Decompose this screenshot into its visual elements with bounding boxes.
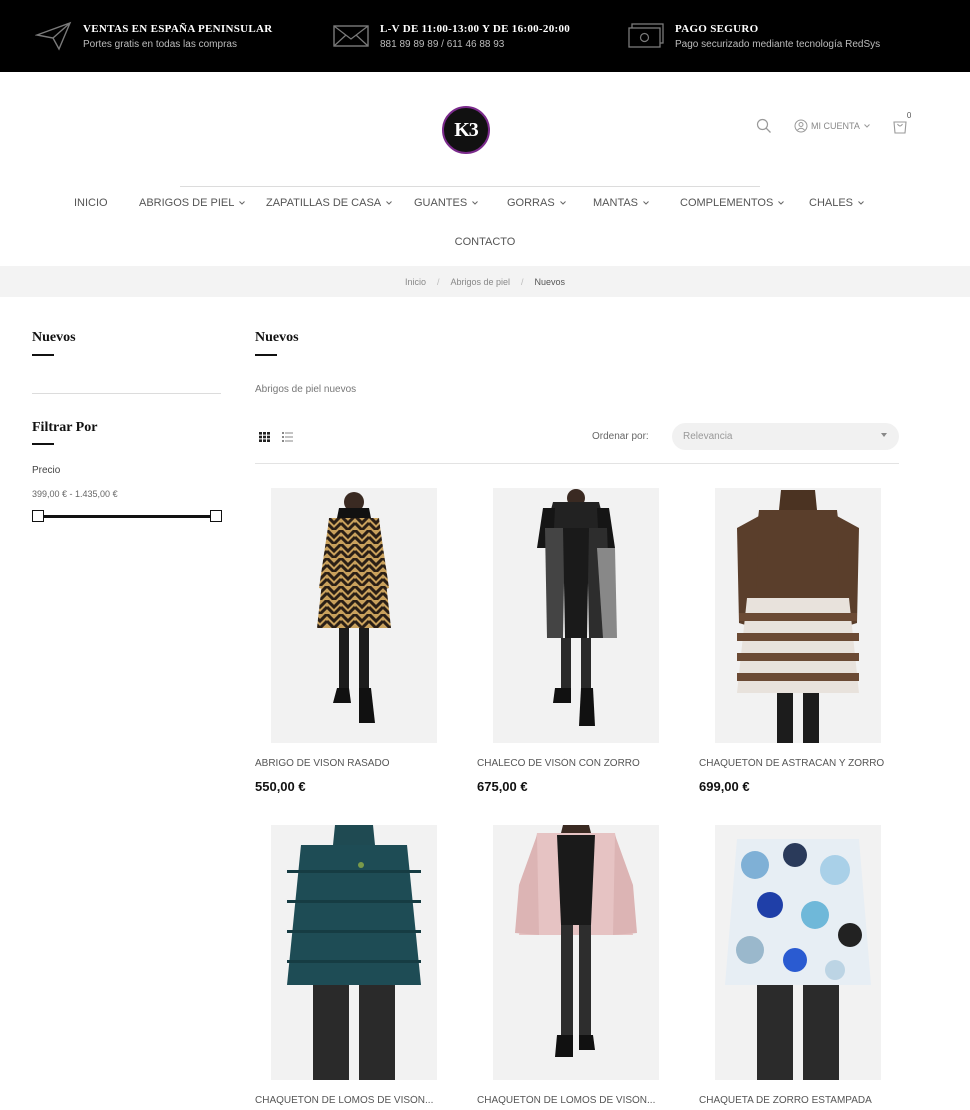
- banknote-icon: [628, 23, 664, 48]
- main-nav: INICIO ABRIGOS DE PIEL ZAPATILLAS DE CAS…: [0, 197, 970, 219]
- shipping-info: VENTAS EN ESPAÑA PENINSULAR Portes grati…: [35, 0, 273, 72]
- paper-plane-icon: [35, 21, 72, 51]
- user-icon: [794, 119, 808, 133]
- sort-select[interactable]: Relevancia: [672, 423, 899, 450]
- pink-mink-jacket-image: [493, 825, 659, 1080]
- title-underline: [32, 354, 54, 356]
- cart-count-badge: 0: [906, 111, 912, 120]
- price-range-value: 399,00 € - 1.435,00 €: [32, 489, 118, 499]
- site-logo[interactable]: K3: [442, 106, 490, 154]
- chevron-down-icon: [472, 201, 479, 205]
- page-title: Nuevos: [255, 330, 299, 345]
- breadcrumb: Inicio / Abrigos de piel / Nuevos: [0, 266, 970, 297]
- shipping-subtitle: Portes gratis en todas las compras: [83, 38, 237, 50]
- breadcrumb-separator: /: [436, 276, 440, 287]
- product-image[interactable]: [715, 825, 881, 1080]
- hours-info: L-V DE 11:00-13:00 Y DE 16:00-20:00 881 …: [332, 0, 570, 72]
- filter-title: Filtrar Por: [32, 420, 98, 435]
- nav-item-chales[interactable]: CHALES: [809, 197, 865, 209]
- breadcrumb-separator: /: [521, 276, 524, 287]
- product-name[interactable]: CHAQUETÓN DE ASTRACÁN Y ZORRO: [699, 758, 914, 769]
- sidebar-category-title: Nuevos: [32, 330, 76, 345]
- product-image[interactable]: [493, 825, 659, 1080]
- breadcrumb-current: Nuevos: [534, 276, 566, 287]
- nav-divider: [180, 186, 760, 187]
- price-slider-min-handle[interactable]: [32, 510, 44, 522]
- product-price: 675,00 €: [477, 779, 528, 794]
- product-price: 699,00 €: [699, 779, 750, 794]
- product-name[interactable]: CHAQUETÓN DE LOMOS DE VISÓN...: [255, 1095, 470, 1106]
- payment-info: PAGO SEGURO Pago securizado mediante tec…: [627, 0, 880, 72]
- price-slider-track[interactable]: [37, 515, 216, 518]
- title-underline: [32, 443, 54, 445]
- account-label: MI CUENTA: [811, 121, 860, 131]
- nav-item-zapatillas-de-casa[interactable]: ZAPATILLAS DE CASA: [266, 197, 393, 209]
- teal-mink-jacket-image: [271, 825, 437, 1080]
- product-image[interactable]: [271, 825, 437, 1080]
- cart-button[interactable]: 0: [892, 111, 911, 134]
- toolbar-divider: [255, 463, 899, 464]
- chevron-down-icon: [778, 201, 785, 205]
- nav-item-mantas[interactable]: MANTAS: [593, 197, 650, 209]
- product-name[interactable]: CHAQUETA DE ZORRO ESTAMPADA: [699, 1095, 914, 1106]
- breadcrumb-abrigos-de-piel[interactable]: Abrigos de piel: [450, 277, 510, 287]
- nav-item-contacto[interactable]: CONTACTO: [0, 236, 970, 248]
- caret-down-icon: [881, 433, 887, 437]
- sort-label: Ordenar por:: [592, 431, 649, 442]
- nav-item-complementos[interactable]: COMPLEMENTOS: [680, 197, 785, 209]
- top-info-bar: VENTAS EN ESPAÑA PENINSULAR Portes grati…: [0, 0, 970, 72]
- chevron-down-icon: [386, 201, 392, 205]
- product-price: 550,00 €: [255, 779, 306, 794]
- sort-selected-value: Relevancia: [683, 431, 733, 442]
- product-image[interactable]: [715, 488, 881, 743]
- title-underline: [255, 354, 277, 356]
- nav-item-gorras[interactable]: GORRAS: [507, 197, 567, 209]
- payment-subtitle: Pago securizado mediante tecnología RedS…: [675, 38, 881, 50]
- nav-item-abrigos-de-piel[interactable]: ABRIGOS DE PIEL: [139, 197, 246, 209]
- chevron-down-icon: [643, 201, 649, 205]
- chevron-down-icon: [863, 124, 870, 128]
- astrakhan-fox-jacket-image: [715, 488, 881, 743]
- price-slider-max-handle[interactable]: [210, 510, 222, 522]
- logo-text: K3: [454, 118, 479, 141]
- chevron-down-icon: [239, 201, 246, 205]
- nav-item-inicio[interactable]: INICIO: [74, 197, 108, 209]
- product-name[interactable]: CHAQUETÓN DE LOMOS DE VISÓN...: [477, 1095, 692, 1106]
- category-description: Abrigos de piel nuevos: [255, 384, 357, 395]
- product-image[interactable]: [493, 488, 659, 743]
- shopping-bag-icon: [893, 121, 907, 134]
- payment-title: PAGO SEGURO: [675, 22, 759, 35]
- envelope-icon: [333, 25, 369, 47]
- product-image[interactable]: [271, 488, 437, 743]
- breadcrumb-inicio[interactable]: Inicio: [405, 277, 426, 287]
- product-name[interactable]: CHALECO DE VISÓN CON ZORRO: [477, 758, 692, 769]
- shipping-title: VENTAS EN ESPAÑA PENINSULAR: [83, 22, 273, 35]
- sidebar-divider: [32, 393, 221, 394]
- zigzag-mink-coat-image: [271, 488, 437, 743]
- hours-title: L-V DE 11:00-13:00 Y DE 16:00-20:00: [380, 22, 571, 35]
- chevron-down-icon: [858, 201, 864, 205]
- chevron-down-icon: [559, 201, 566, 205]
- product-name[interactable]: ABRIGO DE VISON RASADO: [255, 758, 470, 769]
- nav-item-guantes[interactable]: GUANTES: [414, 197, 479, 209]
- header-tools: MI CUENTA 0: [756, 111, 911, 134]
- search-icon[interactable]: [756, 118, 772, 134]
- account-menu[interactable]: MI CUENTA: [794, 119, 874, 133]
- list-view-icon[interactable]: [282, 432, 293, 442]
- printed-fox-jacket-image: [715, 825, 881, 1080]
- mink-fox-vest-image: [493, 488, 659, 743]
- price-filter-label: Precio: [32, 465, 61, 476]
- hours-subtitle: 881 89 89 89 / 611 46 88 93: [380, 38, 505, 50]
- grid-view-icon[interactable]: [259, 432, 270, 442]
